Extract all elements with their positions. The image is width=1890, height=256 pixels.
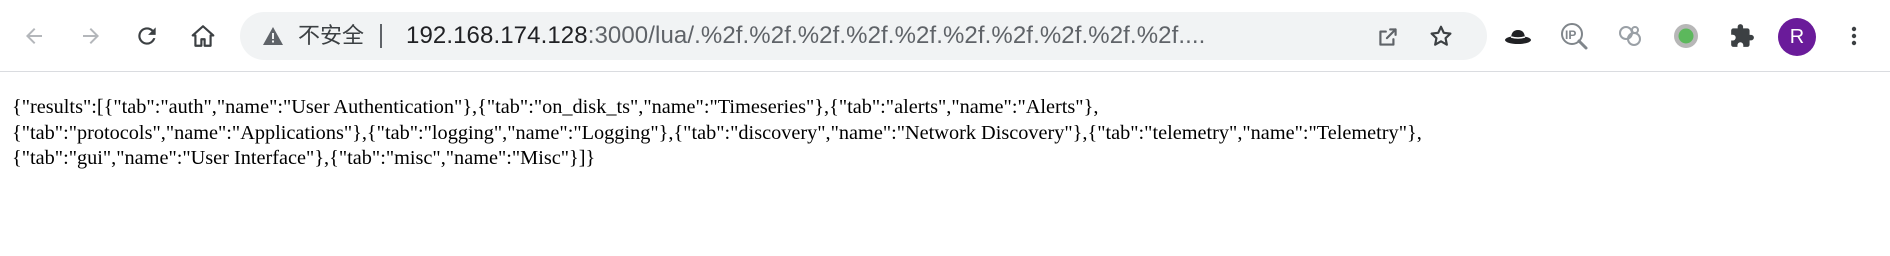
browser-menu-button[interactable] xyxy=(1836,18,1872,54)
extensions-button[interactable] xyxy=(1724,18,1760,54)
ip-extension-button[interactable]: IP xyxy=(1556,18,1592,54)
browser-toolbar: 不安全 192.168.174.128:3000/lua/.%2f.%2f.%2… xyxy=(0,0,1890,72)
json-line-3: {"tab":"gui","name":"User Interface"},{"… xyxy=(12,147,596,169)
back-button[interactable] xyxy=(16,18,52,54)
warning-icon[interactable] xyxy=(262,26,284,46)
json-response-body: {"results":[{"tab":"auth","name":"User A… xyxy=(12,95,1878,172)
link-extension-button[interactable] xyxy=(1612,18,1648,54)
hat-extension-button[interactable] xyxy=(1500,18,1536,54)
reload-icon xyxy=(138,27,156,45)
forward-button[interactable] xyxy=(73,18,109,54)
puzzle-icon xyxy=(1731,24,1754,47)
green-dot-extension-button[interactable] xyxy=(1668,18,1704,54)
security-status-label[interactable]: 不安全 xyxy=(298,24,364,48)
svg-text:IP: IP xyxy=(1565,28,1576,42)
profile-avatar[interactable]: R xyxy=(1778,18,1816,56)
json-line-1: {"results":[{"tab":"auth","name":"User A… xyxy=(12,96,1099,118)
json-line-2: {"tab":"protocols","name":"Applications"… xyxy=(12,121,1422,144)
more-vert-icon xyxy=(1851,26,1857,46)
security-divider xyxy=(380,24,382,48)
forward-icon xyxy=(83,28,99,44)
star-icon[interactable] xyxy=(1428,23,1454,49)
share-icon[interactable] xyxy=(1375,24,1401,50)
ip-extension-icon: IP xyxy=(1561,23,1588,50)
back-icon xyxy=(26,28,42,44)
url-host: 192.168.174.128 xyxy=(406,22,588,49)
home-icon xyxy=(191,25,215,47)
url-text[interactable]: 192.168.174.128:3000/lua/.%2f.%2f.%2f.%2… xyxy=(406,23,1205,49)
avatar-letter: R xyxy=(1789,25,1805,48)
green-dot-extension-icon xyxy=(1674,24,1698,48)
reload-button[interactable] xyxy=(129,18,165,54)
url-path: :3000/lua/.%2f.%2f.%2f.%2f.%2f.%2f.%2f.%… xyxy=(587,22,1206,49)
address-bar[interactable]: 不安全 192.168.174.128:3000/lua/.%2f.%2f.%2… xyxy=(240,12,1487,60)
home-button[interactable] xyxy=(185,18,221,54)
hat-extension-icon xyxy=(1505,30,1531,44)
link-extension-icon xyxy=(1619,26,1641,46)
